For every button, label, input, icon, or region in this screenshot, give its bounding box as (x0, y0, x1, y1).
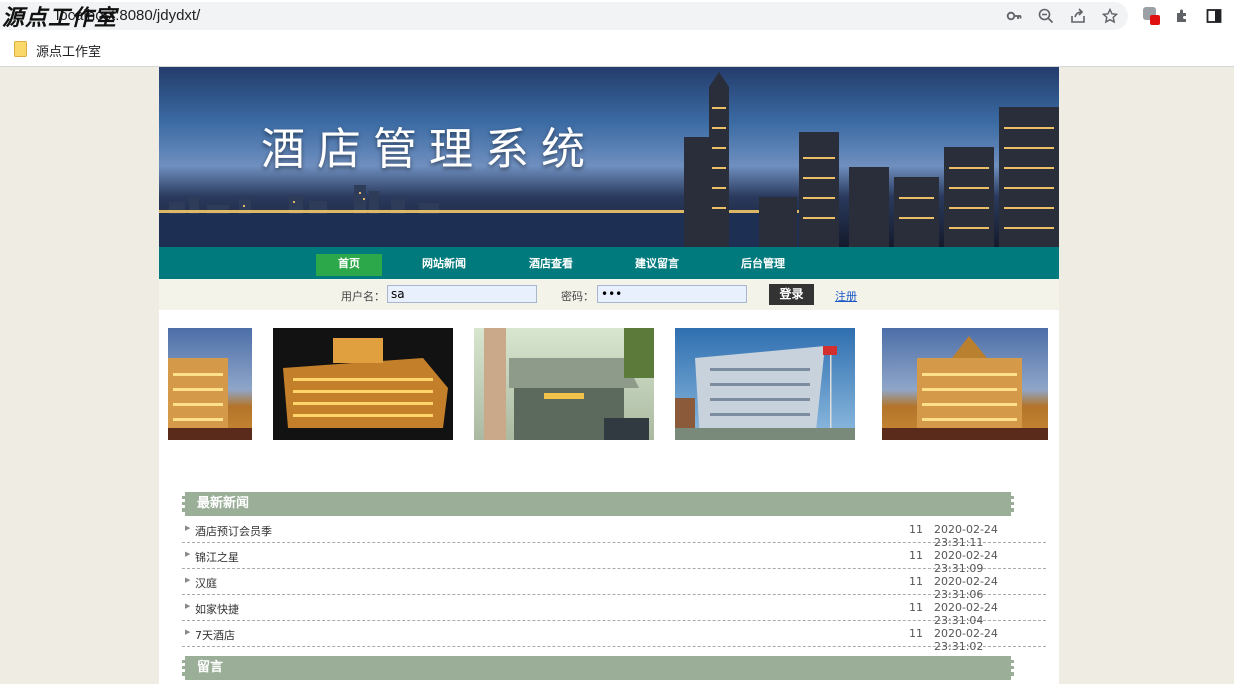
hotel-thumbnail[interactable] (168, 328, 252, 440)
side-panel-icon[interactable] (1204, 6, 1224, 26)
nav-item-hotels[interactable]: 酒店查看 (521, 254, 581, 276)
news-item[interactable]: ▶ 锦江之星 11 2020-02-24 23:31:09 (182, 542, 1046, 575)
hotel-thumbnail[interactable] (675, 328, 855, 440)
register-link[interactable]: 注册 (835, 288, 857, 304)
main-nav: 首页 网站新闻 酒店查看 建议留言 后台管理 (159, 247, 1059, 279)
star-icon[interactable] (1100, 6, 1120, 26)
hotel-thumbnail[interactable] (474, 328, 654, 440)
address-bar[interactable]: localhost:8080/jdydxt/ (0, 2, 1128, 30)
message-section-heading: 留言 (182, 656, 1014, 680)
password-label: 密码： (561, 290, 594, 303)
news-date: 2020-02-24 23:31:02 (934, 627, 998, 653)
key-icon[interactable] (1004, 6, 1024, 26)
news-section-heading: 最新新闻 (182, 492, 1014, 516)
bookmarks-bar: 源点工作室 (0, 34, 1234, 67)
hotel-thumbnail[interactable] (882, 328, 1048, 440)
bullet-arrow-icon: ▶ (185, 524, 191, 532)
hotel-gallery (159, 328, 1059, 440)
username-input[interactable]: sa (387, 285, 537, 303)
news-item[interactable]: ▶ 汉庭 11 2020-02-24 23:31:06 (182, 568, 1046, 601)
nav-item-admin[interactable]: 后台管理 (733, 254, 793, 276)
news-item[interactable]: ▶ 酒店预订会员季 11 2020-02-24 23:31:11 (182, 516, 1046, 549)
news-item[interactable]: ▶ 如家快捷 11 2020-02-24 23:31:04 (182, 594, 1046, 627)
share-icon[interactable] (1068, 6, 1088, 26)
news-title[interactable]: 7天酒店 (195, 627, 235, 643)
banner-image: 酒店管理系统 (159, 67, 1059, 247)
hotel-thumbnail[interactable] (273, 328, 453, 440)
username-label: 用户名： (341, 290, 385, 303)
folder-icon (14, 41, 27, 57)
zoom-out-icon[interactable] (1036, 6, 1056, 26)
login-button[interactable]: 登录 (769, 284, 814, 305)
login-bar: 用户名： sa 密码： ••• 登录 注册 (159, 279, 1059, 310)
nav-item-news[interactable]: 网站新闻 (414, 254, 474, 276)
news-hits: 11 (909, 601, 923, 614)
browser-toolbar: localhost:8080/jdydxt/ 源点工作室 (0, 0, 1234, 34)
news-hits: 11 (909, 575, 923, 588)
news-hits: 11 (909, 523, 923, 536)
extension-avatar-icon[interactable] (1142, 6, 1162, 26)
bullet-arrow-icon: ▶ (185, 628, 191, 636)
puzzle-icon[interactable] (1172, 6, 1192, 26)
news-hits: 11 (909, 549, 923, 562)
news-hits: 11 (909, 627, 923, 640)
watermark-text: 源点工作室 (2, 5, 118, 31)
banner-title: 酒店管理系统 (261, 124, 597, 175)
bookmark-item[interactable]: 源点工作室 (36, 41, 101, 60)
page-container: 酒店管理系统 首页 网站新闻 酒店查看 建议留言 后台管理 用户名： sa 密码… (159, 67, 1059, 684)
news-title[interactable]: 汉庭 (195, 575, 217, 591)
bullet-arrow-icon: ▶ (185, 602, 191, 610)
nav-item-home[interactable]: 首页 (316, 254, 382, 276)
news-title[interactable]: 锦江之星 (195, 549, 239, 565)
news-item[interactable]: ▶ 7天酒店 11 2020-02-24 23:31:02 (182, 620, 1046, 653)
news-title[interactable]: 酒店预订会员季 (195, 523, 272, 539)
news-title[interactable]: 如家快捷 (195, 601, 239, 617)
password-input[interactable]: ••• (597, 285, 747, 303)
bullet-arrow-icon: ▶ (185, 550, 191, 558)
bullet-arrow-icon: ▶ (185, 576, 191, 584)
nav-item-feedback[interactable]: 建议留言 (627, 254, 687, 276)
